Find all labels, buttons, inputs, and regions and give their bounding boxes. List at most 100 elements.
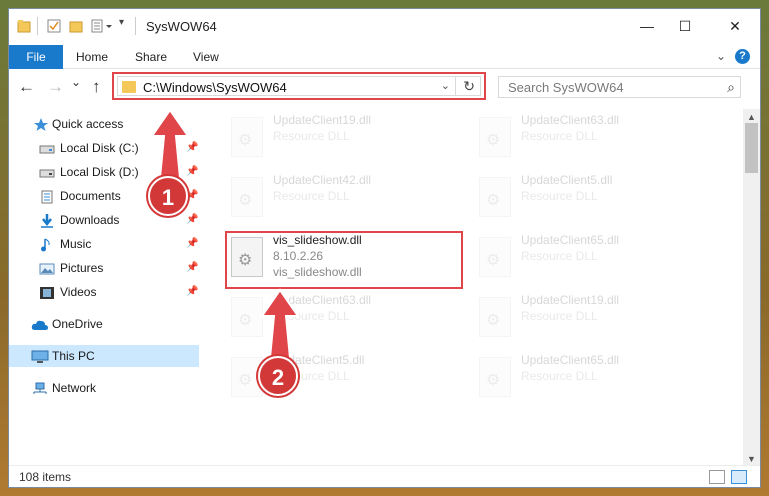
address-separator xyxy=(455,77,456,95)
ribbon-tabs: File Home Share View ⌄ ? xyxy=(9,45,760,69)
sidebar-label: Downloads xyxy=(60,213,120,227)
item-count: 108 items xyxy=(19,470,72,484)
dll-file-icon xyxy=(479,357,511,397)
chevron-down-icon[interactable]: ⌄ xyxy=(441,79,450,92)
sidebar-label: Network xyxy=(52,381,97,395)
list-item[interactable]: UpdateClient65.dll Resource DLL xyxy=(473,351,713,409)
dll-file-icon xyxy=(231,297,263,337)
file-description: Resource DLL xyxy=(521,369,598,383)
explorer-window: ▾ SysWOW64 — ☐ ✕ File Home Share View ⌄ … xyxy=(8,8,761,488)
file-name: UpdateClient19.dll xyxy=(521,293,620,307)
cloud-icon xyxy=(31,317,48,331)
file-list: UpdateClient19.dll Resource DLL UpdateCl… xyxy=(209,109,739,467)
dll-file-icon xyxy=(231,117,263,157)
sidebar-label: Quick access xyxy=(52,117,124,131)
refresh-icon[interactable]: ↻ xyxy=(463,78,475,95)
sidebar-item-local-disk-c[interactable]: Local Disk (C:) 📌 xyxy=(9,137,199,159)
list-item[interactable]: UpdateClient63.dll Resource DLL xyxy=(473,111,713,169)
search-input[interactable]: Search SysWOW64 ⌕ xyxy=(498,76,741,98)
up-button[interactable]: ↑ xyxy=(92,77,101,97)
tab-view[interactable]: View xyxy=(193,45,219,69)
sidebar-item-videos[interactable]: Videos 📌 xyxy=(9,281,199,303)
sidebar-label: OneDrive xyxy=(52,317,103,331)
file-name: UpdateClient19.dll xyxy=(273,113,372,127)
customize-qa-icon[interactable] xyxy=(91,19,112,35)
list-item[interactable]: UpdateClient65.dll Resource DLL xyxy=(473,231,713,289)
help-icon[interactable]: ? xyxy=(735,49,750,64)
new-folder-icon[interactable] xyxy=(69,19,85,35)
scrollbar-thumb[interactable] xyxy=(745,123,758,173)
address-bar[interactable]: C:\Windows\SysWOW64 ⌄ ↻ xyxy=(112,72,486,100)
sidebar-label: Documents xyxy=(60,189,121,203)
sidebar-item-this-pc[interactable]: This PC xyxy=(9,345,199,367)
details-view-icon[interactable] xyxy=(709,470,725,484)
search-placeholder: Search SysWOW64 xyxy=(508,80,624,95)
drive-icon xyxy=(39,141,55,155)
file-name: UpdateClient5.dll xyxy=(521,173,613,187)
recent-locations-button[interactable]: ⌄ xyxy=(71,75,81,89)
sidebar-item-music[interactable]: Music 📌 xyxy=(9,233,199,255)
window-title: SysWOW64 xyxy=(146,19,217,34)
folder-icon[interactable] xyxy=(17,19,33,35)
sidebar-label: Videos xyxy=(60,285,97,299)
file-name: UpdateClient65.dll xyxy=(521,233,620,247)
list-item[interactable]: UpdateClient19.dll Resource DLL xyxy=(225,111,465,169)
forward-button[interactable]: → xyxy=(47,77,64,97)
highlight-box xyxy=(225,231,463,289)
sidebar-item-quick-access[interactable]: Quick access xyxy=(9,113,199,135)
network-icon xyxy=(31,381,47,395)
file-description: Resource DLL xyxy=(521,129,598,143)
pin-icon[interactable]: 📌 xyxy=(186,257,198,279)
file-description: Resource DLL xyxy=(521,249,598,263)
qa-dropdown-icon[interactable]: ▾ xyxy=(119,17,124,28)
sidebar-item-pictures[interactable]: Pictures 📌 xyxy=(9,257,199,279)
title-separator xyxy=(135,17,136,35)
sidebar-label: Local Disk (D:) xyxy=(60,165,139,179)
pin-icon[interactable]: 📌 xyxy=(186,137,198,159)
title-bar: ▾ SysWOW64 — ☐ ✕ xyxy=(9,9,760,45)
list-item[interactable]: UpdateClient19.dll Resource DLL xyxy=(473,291,713,349)
sidebar-label: Local Disk (C:) xyxy=(60,141,139,155)
qa-separator xyxy=(37,17,38,35)
step-1-badge: 1 xyxy=(148,176,188,216)
videos-icon xyxy=(39,285,55,299)
tab-home[interactable]: Home xyxy=(76,45,108,69)
list-item[interactable]: UpdateClient5.dll Resource DLL xyxy=(473,171,713,229)
tab-file[interactable]: File xyxy=(9,45,63,69)
list-item[interactable]: UpdateClient63.dll Resource DLL xyxy=(225,291,465,349)
search-icon[interactable]: ⌕ xyxy=(727,79,735,96)
back-button[interactable]: ← xyxy=(18,77,35,97)
navigation-bar: ← → ⌄ ↑ C:\Windows\SysWOW64 ⌄ ↻ Search S… xyxy=(9,69,760,105)
vertical-scrollbar[interactable]: ▲ ▼ xyxy=(743,109,760,467)
address-path[interactable]: C:\Windows\SysWOW64 xyxy=(143,80,287,95)
file-name: UpdateClient63.dll xyxy=(273,293,372,307)
close-button[interactable]: ✕ xyxy=(712,9,758,43)
sidebar-item-onedrive[interactable]: OneDrive xyxy=(9,313,199,335)
expand-ribbon-icon[interactable]: ⌄ xyxy=(716,49,726,63)
file-description: Resource DLL xyxy=(273,129,350,143)
sidebar-label: Pictures xyxy=(60,261,104,275)
pin-icon[interactable]: 📌 xyxy=(186,161,198,183)
drive-icon xyxy=(39,165,55,179)
navigation-pane: Quick access Local Disk (C:) 📌 Local Dis… xyxy=(9,109,205,467)
star-icon xyxy=(33,117,49,131)
tab-share[interactable]: Share xyxy=(135,45,167,69)
pin-icon[interactable]: 📌 xyxy=(186,233,198,255)
dll-file-icon xyxy=(479,297,511,337)
sidebar-item-network[interactable]: Network xyxy=(9,377,199,399)
dll-file-icon xyxy=(479,117,511,157)
address-field[interactable]: C:\Windows\SysWOW64 ⌄ ↻ xyxy=(117,76,481,96)
documents-icon xyxy=(39,189,55,204)
list-item[interactable]: UpdateClient42.dll Resource DLL xyxy=(225,171,465,229)
dll-file-icon xyxy=(231,177,263,217)
dll-file-icon xyxy=(479,237,511,277)
properties-icon[interactable] xyxy=(47,19,63,35)
pin-icon[interactable]: 📌 xyxy=(186,209,198,231)
maximize-button[interactable]: ☐ xyxy=(662,9,708,43)
tiles-view-icon[interactable] xyxy=(731,470,747,484)
downloads-icon xyxy=(39,213,55,228)
dll-file-icon xyxy=(479,177,511,217)
step-2-badge: 2 xyxy=(258,356,298,396)
sidebar-label: This PC xyxy=(52,349,95,363)
pin-icon[interactable]: 📌 xyxy=(186,281,198,303)
